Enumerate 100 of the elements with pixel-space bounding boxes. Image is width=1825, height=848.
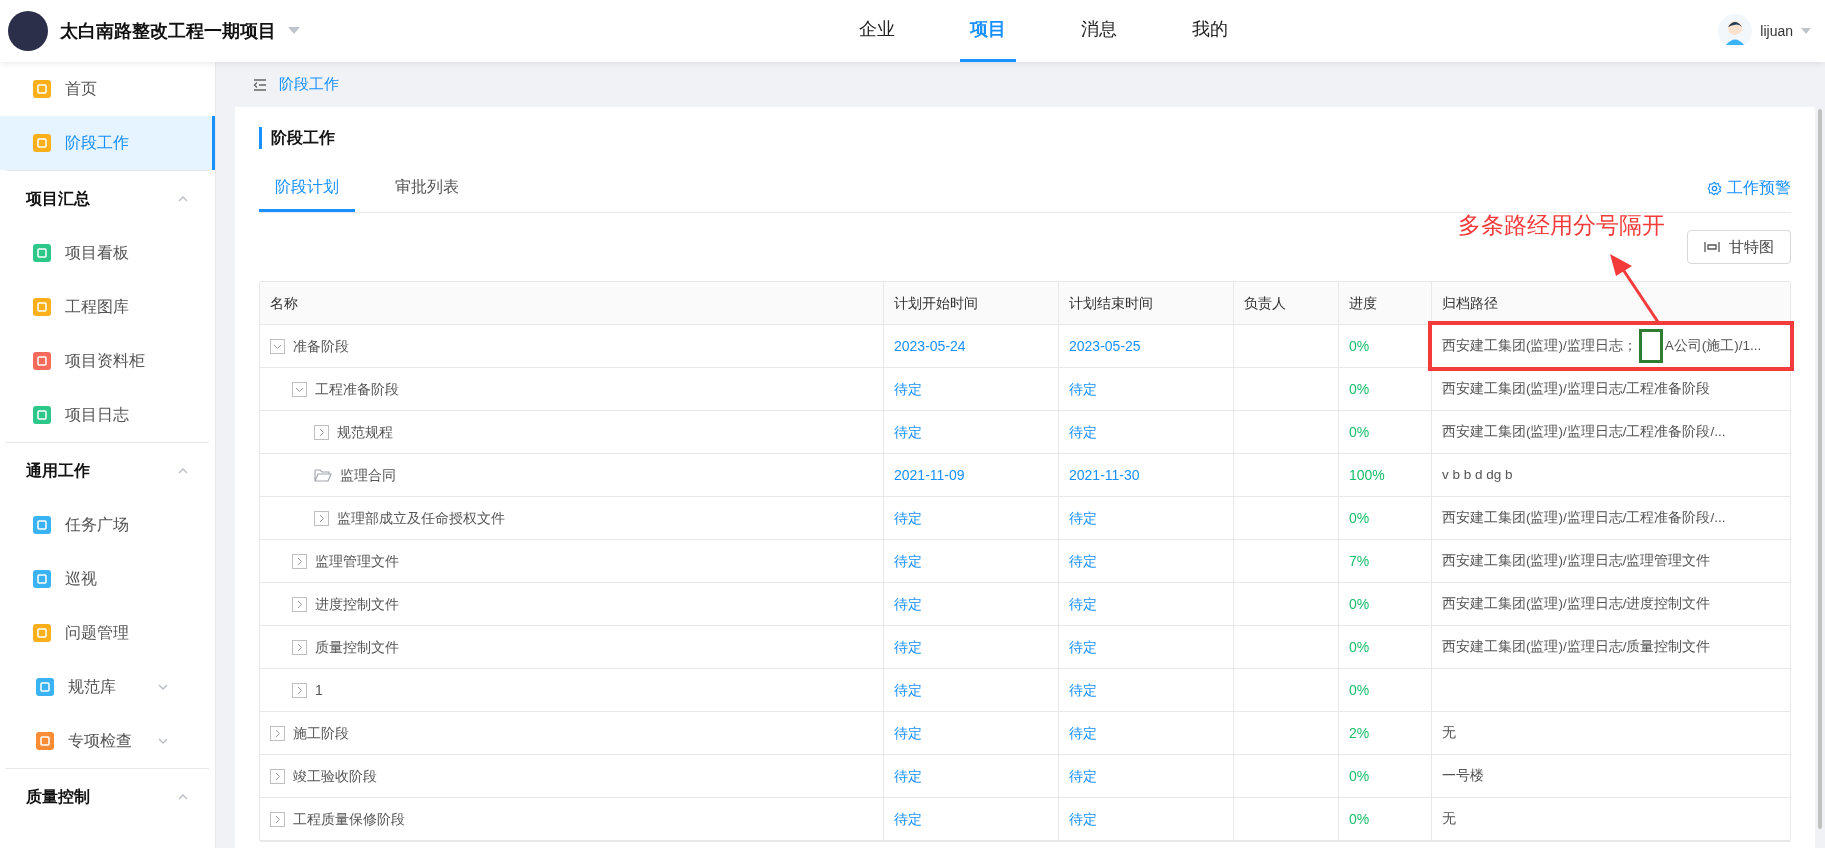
start-date: 待定 (894, 379, 922, 399)
archive-path: 西安建工集团(监理)/监理日志/进度控制文件 (1442, 594, 1711, 613)
chevron-icon (177, 466, 189, 475)
start-date: 待定 (894, 508, 922, 528)
gantt-icon (1704, 242, 1720, 252)
expand-icon[interactable] (314, 424, 329, 440)
archive-path: 西安建工集团(监理)/监理日志/工程准备阶段/... (1442, 422, 1726, 441)
menu-item[interactable]: 问题管理 (0, 606, 215, 660)
user-avatar-icon[interactable] (1718, 14, 1753, 48)
menu-item[interactable]: 任务广场 (0, 498, 215, 552)
archive-path: 无 (1442, 809, 1456, 828)
chevron-icon (157, 737, 169, 745)
nav-tab[interactable]: 我的 (1181, 0, 1238, 62)
row-name: 施工阶段 (293, 723, 349, 743)
start-date: 待定 (894, 422, 922, 442)
end-date: 待定 (1069, 551, 1097, 571)
expand-icon[interactable] (292, 596, 307, 612)
end-date: 待定 (1069, 723, 1097, 743)
chevron-icon (157, 683, 169, 691)
end-date: 待定 (1069, 637, 1097, 657)
end-date: 待定 (1069, 680, 1097, 700)
row-name: 工程准备阶段 (315, 379, 399, 399)
expand-icon[interactable] (292, 639, 307, 655)
row-name: 1 (315, 680, 323, 700)
start-date: 待定 (894, 809, 922, 829)
menu-section-title: 项目汇总 (26, 188, 90, 209)
menu-item[interactable]: 项目资料柜 (0, 334, 215, 388)
chevron-icon (177, 792, 189, 801)
end-date: 待定 (1069, 594, 1097, 614)
menu-fold-icon[interactable] (253, 78, 267, 91)
archive-path: A公司(施工)/1... (1664, 336, 1762, 355)
archive-path: 西安建工集团(监理)/监理日志/监理管理文件 (1442, 551, 1711, 570)
project-logo-placeholder (8, 11, 48, 51)
row-name: 规范规程 (337, 422, 393, 442)
expand-icon[interactable] (270, 768, 285, 784)
start-date: 2021-11-09 (894, 465, 965, 485)
progress-value: 0% (1349, 422, 1370, 442)
gantt-button[interactable]: 甘特图 (1687, 230, 1791, 264)
project-title: 太白南路整改工程一期项目 (60, 19, 276, 43)
menu-item[interactable]: 巡视 (0, 552, 215, 606)
column-header: 名称 (270, 293, 298, 313)
expand-icon[interactable] (314, 510, 329, 526)
end-date: 待定 (1069, 508, 1097, 528)
progress-value: 2% (1349, 723, 1370, 743)
menu-item[interactable]: 项目看板 (0, 226, 215, 280)
panel-title: 阶段工作 (271, 128, 335, 148)
progress-value: 0% (1349, 336, 1370, 356)
submenu-item[interactable]: 专项检查 (0, 714, 215, 768)
menu-item[interactable]: 工程图库 (0, 280, 215, 334)
progress-value: 0% (1349, 680, 1370, 700)
end-date: 2021-11-30 (1069, 465, 1140, 485)
tab[interactable]: 审批列表 (379, 175, 475, 212)
expand-icon[interactable] (270, 811, 285, 827)
collapse-icon[interactable] (270, 338, 285, 354)
progress-value: 100% (1349, 465, 1385, 485)
start-date: 待定 (894, 551, 922, 571)
annotation-marker-box (1638, 329, 1663, 363)
start-date: 待定 (894, 680, 922, 700)
progress-value: 0% (1349, 508, 1370, 528)
nav-tab[interactable]: 企业 (848, 0, 905, 62)
start-date: 待定 (894, 594, 922, 614)
start-date: 待定 (894, 766, 922, 786)
menu-section-title: 通用工作 (26, 460, 90, 481)
caret-icon[interactable] (1801, 27, 1811, 35)
archive-path: 无 (1442, 723, 1456, 742)
row-name: 准备阶段 (293, 336, 349, 356)
annotation-note: 多条路经用分号隔开 (1458, 211, 1665, 240)
submenu-item[interactable]: 规范库 (0, 660, 215, 714)
progress-value: 7% (1349, 551, 1370, 571)
column-header: 进度 (1349, 293, 1377, 313)
column-header: 负责人 (1244, 293, 1286, 313)
menu-item[interactable]: 项目日志 (0, 388, 215, 442)
column-header: 计划开始时间 (894, 293, 978, 313)
collapse-icon[interactable] (292, 381, 307, 397)
column-header: 计划结束时间 (1069, 293, 1153, 313)
end-date: 2023-05-25 (1069, 336, 1141, 356)
menu-section-title: 质量控制 (26, 786, 90, 807)
row-name: 监理合同 (340, 465, 396, 485)
nav-tab[interactable]: 消息 (1070, 0, 1127, 62)
column-header: 归档路径 (1442, 293, 1498, 313)
end-date: 待定 (1069, 422, 1097, 442)
progress-value: 0% (1349, 809, 1370, 829)
folder-icon (314, 468, 332, 482)
menu-item[interactable]: 首页 (0, 62, 215, 116)
progress-value: 0% (1349, 594, 1370, 614)
progress-value: 0% (1349, 637, 1370, 657)
user-name: lijuan (1760, 21, 1793, 41)
expand-icon[interactable] (270, 725, 285, 741)
expand-icon[interactable] (292, 682, 307, 698)
archive-path: 西安建工集团(监理)/监理日志/质量控制文件 (1442, 637, 1711, 656)
start-date: 待定 (894, 723, 922, 743)
caret-icon[interactable] (288, 27, 300, 35)
settings-icon (1707, 180, 1722, 196)
expand-icon[interactable] (292, 553, 307, 569)
row-name: 工程质量保修阶段 (293, 809, 405, 829)
progress-value: 0% (1349, 766, 1370, 786)
archive-path: 一号楼 (1442, 766, 1484, 785)
archive-path: 西安建工集团(监理)/监理日志/工程准备阶段 (1442, 379, 1711, 398)
archive-path: v b b d dg b (1442, 465, 1513, 484)
end-date: 待定 (1069, 809, 1097, 829)
